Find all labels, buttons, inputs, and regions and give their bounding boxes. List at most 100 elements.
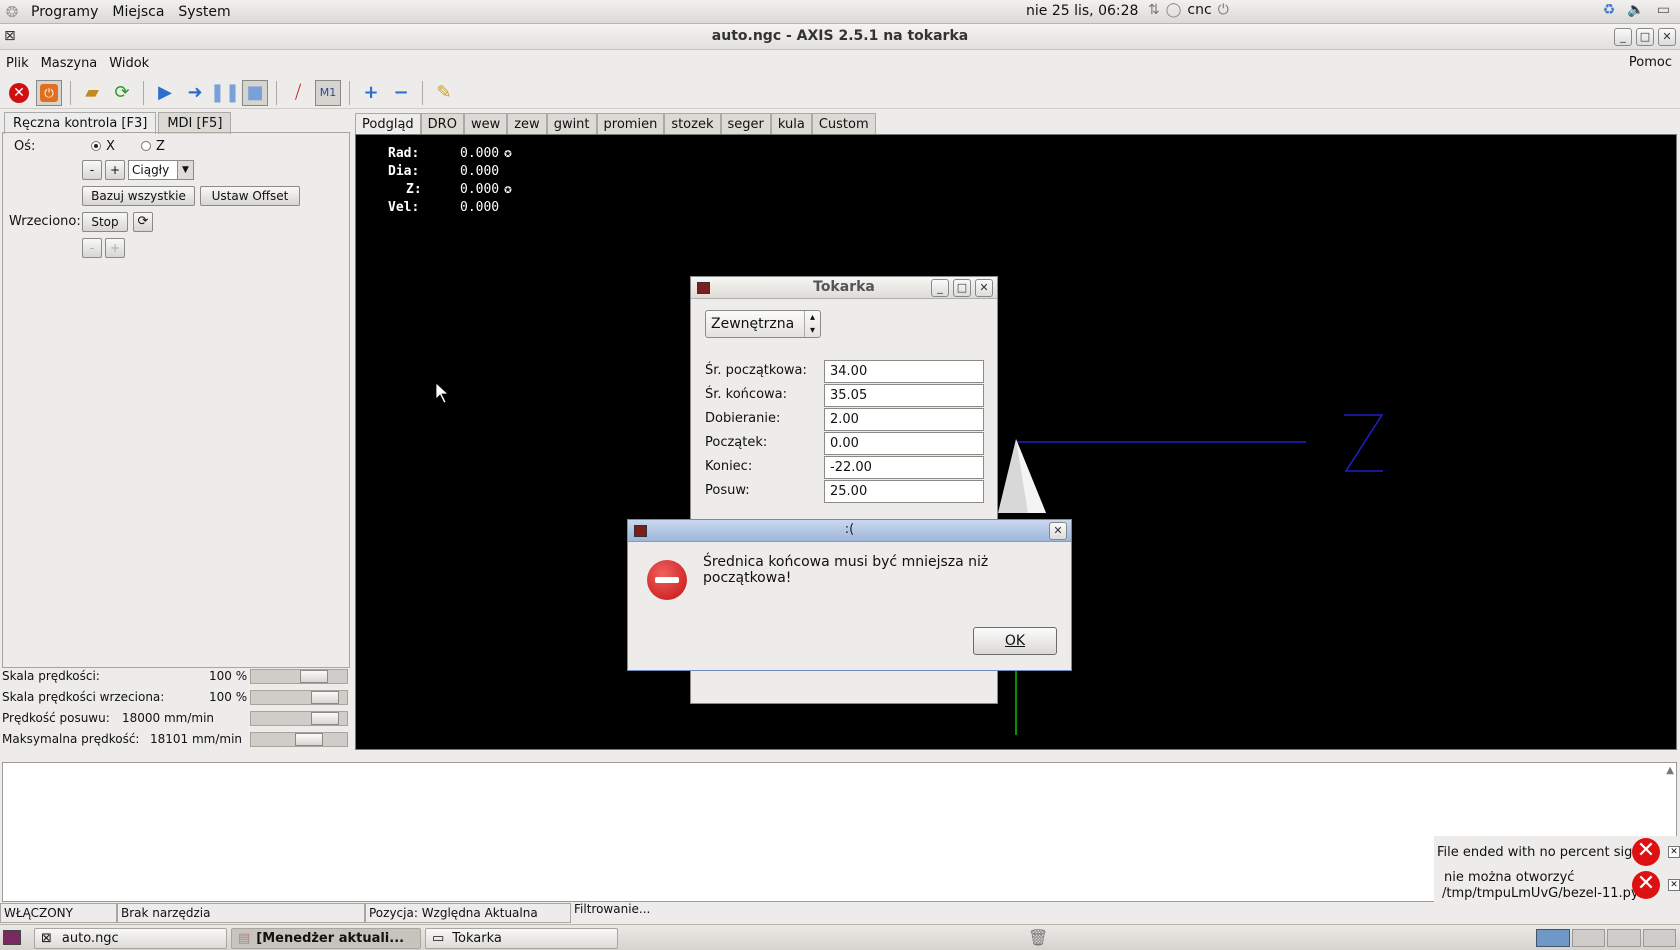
- task-update-manager[interactable]: ▤ [Menedżer aktuali...: [231, 928, 421, 949]
- end-diameter-input[interactable]: 35.05: [824, 384, 984, 407]
- update-icon[interactable]: ♻: [1603, 2, 1616, 18]
- speed-scale-slider[interactable]: [250, 669, 348, 684]
- window-titlebar[interactable]: ⊠ auto.ngc - AXIS 2.5.1 na tokarka _ □ ✕: [0, 24, 1680, 50]
- menu-pomoc[interactable]: Pomoc: [1629, 55, 1672, 70]
- tab-gwint[interactable]: gwint: [546, 113, 597, 135]
- maximize-button[interactable]: □: [953, 279, 971, 297]
- maximize-button[interactable]: □: [1636, 28, 1654, 46]
- menu-widok[interactable]: Widok: [103, 56, 155, 71]
- home-all-button[interactable]: Bazuj wszystkie: [82, 186, 195, 206]
- stop-icon[interactable]: ■: [242, 79, 268, 106]
- notification-text: File ended with no percent sign: [1437, 845, 1641, 860]
- workspace-3[interactable]: [1607, 929, 1641, 947]
- ok-button[interactable]: OK: [973, 627, 1057, 655]
- tokarka-titlebar[interactable]: Tokarka _ □ ✕: [691, 277, 997, 299]
- feed-rate-row: Prędkość posuwu: 18000 mm/min: [2, 708, 350, 728]
- battery-icon[interactable]: ▭: [1657, 2, 1670, 18]
- tab-promien[interactable]: promien: [596, 113, 665, 135]
- spindle-faster-button[interactable]: +: [105, 238, 125, 258]
- task-tokarka[interactable]: ▭ Tokarka: [425, 928, 618, 949]
- notification-no-percent: File ended with no percent sign ✕ ✕: [1434, 836, 1680, 868]
- workspace-2[interactable]: [1571, 929, 1605, 947]
- tab-manual[interactable]: Ręczna kontrola [F3]: [4, 112, 157, 134]
- slider-thumb[interactable]: [300, 670, 328, 683]
- workspace-1[interactable]: [1536, 929, 1570, 947]
- zoom-out-icon[interactable]: −: [388, 80, 414, 106]
- start-position-input[interactable]: 0.00: [824, 432, 984, 455]
- tab-wew[interactable]: wew: [463, 113, 508, 135]
- close-icon[interactable]: ✕: [1668, 879, 1680, 891]
- workspace-switcher[interactable]: [1536, 929, 1676, 947]
- start-diameter-input[interactable]: 34.00: [824, 360, 984, 383]
- close-button[interactable]: ✕: [1658, 28, 1676, 46]
- close-icon[interactable]: ✕: [1668, 846, 1680, 858]
- tab-kula[interactable]: kula: [770, 113, 812, 135]
- jog-plus-button[interactable]: +: [105, 160, 125, 180]
- console-output[interactable]: ▲: [2, 762, 1677, 902]
- slider-thumb[interactable]: [295, 733, 323, 746]
- menu-maszyna[interactable]: Maszyna: [35, 56, 104, 71]
- spindle-scale-slider[interactable]: [250, 690, 348, 705]
- max-velocity-label: Maksymalna prędkość:: [2, 732, 140, 746]
- spindle-slower-button[interactable]: -: [82, 238, 102, 258]
- feed-rate-label: Prędkość posuwu:: [2, 711, 110, 725]
- trash-icon[interactable]: 🗑: [1028, 928, 1048, 947]
- depth-of-cut-input[interactable]: 2.00: [824, 408, 984, 431]
- feed-input[interactable]: 25.00: [824, 480, 984, 503]
- menu-miejsca[interactable]: Miejsca: [105, 4, 171, 20]
- end-position-input[interactable]: -22.00: [824, 456, 984, 479]
- slider-thumb[interactable]: [311, 712, 339, 725]
- minimize-button[interactable]: _: [1614, 28, 1632, 46]
- operation-type-select[interactable]: Zewnętrzna ▴ ▾: [705, 310, 821, 338]
- block-delete-icon[interactable]: ⧸: [285, 80, 311, 106]
- volume-icon[interactable]: 🔈: [1627, 2, 1644, 18]
- error-dialog-titlebar[interactable]: :( ✕: [628, 520, 1071, 542]
- scroll-up-icon[interactable]: ▲: [1666, 765, 1674, 776]
- tab-stozek[interactable]: stozek: [664, 113, 721, 135]
- task-auto-ngc[interactable]: ⊠ auto.ngc: [34, 928, 227, 949]
- set-offset-button[interactable]: Ustaw Offset: [200, 186, 300, 206]
- estop-icon[interactable]: ✕: [6, 80, 32, 106]
- tab-dro[interactable]: DRO: [420, 113, 464, 135]
- power-icon[interactable]: ⏻: [1218, 2, 1229, 18]
- optional-stop-icon[interactable]: M1: [315, 79, 341, 106]
- menu-programy[interactable]: Programy: [24, 4, 105, 20]
- tab-podglad[interactable]: Podgląd: [355, 113, 421, 135]
- max-velocity-slider[interactable]: [250, 732, 348, 747]
- user-name[interactable]: cnc: [1187, 2, 1211, 18]
- axis-x-radio[interactable]: X: [91, 139, 115, 154]
- slider-thumb[interactable]: [311, 691, 339, 704]
- gnome-foot-icon[interactable]: ❂: [0, 3, 24, 21]
- network-icon[interactable]: ⇅: [1148, 2, 1160, 18]
- max-velocity-row: Maksymalna prędkość: 18101 mm/min: [2, 729, 350, 749]
- feed-label: Posuw:: [705, 483, 750, 498]
- minimize-button[interactable]: _: [931, 279, 949, 297]
- spindle-direction-icon[interactable]: ⟳: [133, 212, 153, 232]
- machine-power-icon[interactable]: ⏻: [36, 79, 62, 106]
- run-icon[interactable]: ▶: [152, 80, 178, 106]
- menu-plik[interactable]: Plik: [0, 56, 35, 71]
- tab-custom[interactable]: Custom: [811, 113, 876, 135]
- show-desktop-icon[interactable]: [3, 930, 21, 945]
- spindle-scale-row: Skala prędkości wrzeciona: 100 %: [2, 687, 350, 707]
- position-mode: Pozycja: Względna Aktualna: [365, 903, 571, 923]
- open-file-icon[interactable]: ▰: [79, 80, 105, 106]
- step-icon[interactable]: ➜: [182, 80, 208, 106]
- pause-icon[interactable]: ❚❚: [210, 80, 240, 106]
- zoom-in-icon[interactable]: +: [358, 80, 384, 106]
- reload-icon[interactable]: ⟳: [109, 80, 135, 106]
- clear-plot-icon[interactable]: ✎: [431, 80, 457, 106]
- workspace-4[interactable]: [1642, 929, 1676, 947]
- close-button[interactable]: ✕: [975, 279, 993, 297]
- tab-seger[interactable]: seger: [720, 113, 771, 135]
- menu-system[interactable]: System: [171, 4, 237, 20]
- tab-mdi[interactable]: MDI [F5]: [158, 112, 232, 134]
- tab-zew[interactable]: zew: [507, 113, 547, 135]
- jog-minus-button[interactable]: -: [82, 160, 102, 180]
- axis-z-radio[interactable]: Z: [141, 139, 165, 154]
- spindle-stop-button[interactable]: Stop: [82, 212, 128, 232]
- panel-clock[interactable]: nie 25 lis, 06:28: [1026, 3, 1138, 19]
- close-button[interactable]: ✕: [1049, 522, 1067, 540]
- jog-mode-select[interactable]: Ciągły ▼: [128, 160, 194, 180]
- feed-rate-slider[interactable]: [250, 711, 348, 726]
